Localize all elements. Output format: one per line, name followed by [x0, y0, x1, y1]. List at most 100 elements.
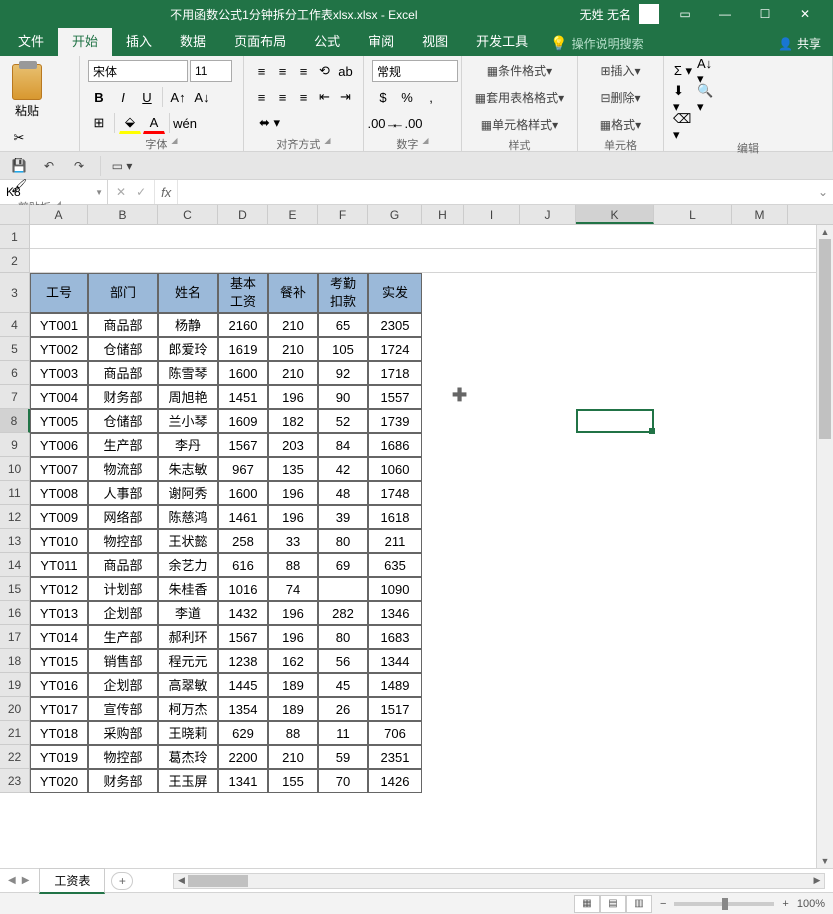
- clear-icon[interactable]: ⌫ ▾: [672, 116, 694, 138]
- table-cell[interactable]: 生产部: [88, 433, 158, 457]
- merge-cells-icon[interactable]: ⬌ ▾: [252, 112, 287, 134]
- user-name[interactable]: 无姓 无名: [580, 6, 631, 23]
- ribbon-options-icon[interactable]: ▭: [665, 0, 705, 28]
- table-cell[interactable]: 1600: [218, 481, 268, 505]
- row-header[interactable]: 7: [0, 385, 30, 409]
- table-cell[interactable]: 80: [318, 625, 368, 649]
- tab-formulas[interactable]: 公式: [300, 25, 354, 56]
- table-cell[interactable]: YT012: [30, 577, 88, 601]
- col-header-L[interactable]: L: [654, 205, 732, 224]
- table-cell[interactable]: 210: [268, 337, 318, 361]
- table-cell[interactable]: 陈慈鸿: [158, 505, 218, 529]
- table-cell[interactable]: 80: [318, 529, 368, 553]
- scroll-down-icon[interactable]: ▼: [817, 854, 833, 868]
- row-header[interactable]: 19: [0, 673, 30, 697]
- table-cell[interactable]: 商品部: [88, 553, 158, 577]
- table-cell[interactable]: 1567: [218, 433, 268, 457]
- table-cell[interactable]: YT008: [30, 481, 88, 505]
- table-cell[interactable]: 74: [268, 577, 318, 601]
- table-header[interactable]: 部门: [88, 273, 158, 313]
- row-header[interactable]: 11: [0, 481, 30, 505]
- table-cell[interactable]: 189: [268, 673, 318, 697]
- sort-filter-icon[interactable]: A↓ ▾: [696, 60, 718, 82]
- tell-me-search[interactable]: 💡操作说明搜索: [542, 31, 651, 56]
- table-cell[interactable]: 1354: [218, 697, 268, 721]
- table-cell[interactable]: YT018: [30, 721, 88, 745]
- row-header[interactable]: 1: [0, 225, 30, 249]
- table-cell[interactable]: 48: [318, 481, 368, 505]
- table-cell[interactable]: 物控部: [88, 529, 158, 553]
- tab-view[interactable]: 视图: [408, 25, 462, 56]
- table-cell[interactable]: 105: [318, 337, 368, 361]
- decrease-indent-icon[interactable]: ⇤: [315, 86, 334, 108]
- table-cell[interactable]: 88: [268, 553, 318, 577]
- table-cell[interactable]: 1739: [368, 409, 422, 433]
- dialog-launcher-icon[interactable]: ◢: [422, 136, 428, 152]
- paste-button[interactable]: 粘贴: [8, 60, 46, 123]
- number-format-select[interactable]: [372, 60, 458, 82]
- border-icon[interactable]: ⊞: [88, 112, 110, 134]
- table-cell[interactable]: 196: [268, 385, 318, 409]
- table-cell[interactable]: 282: [318, 601, 368, 625]
- table-cell[interactable]: 1683: [368, 625, 422, 649]
- zoom-in-icon[interactable]: +: [782, 898, 788, 910]
- tab-developer[interactable]: 开发工具: [462, 25, 542, 56]
- table-cell[interactable]: 1600: [218, 361, 268, 385]
- table-cell[interactable]: 210: [268, 313, 318, 337]
- table-cell[interactable]: 1016: [218, 577, 268, 601]
- table-cell[interactable]: YT004: [30, 385, 88, 409]
- table-cell[interactable]: 计划部: [88, 577, 158, 601]
- table-cell[interactable]: YT019: [30, 745, 88, 769]
- col-header-F[interactable]: F: [318, 205, 368, 224]
- row-header[interactable]: 14: [0, 553, 30, 577]
- table-cell[interactable]: 211: [368, 529, 422, 553]
- dialog-launcher-icon[interactable]: ◢: [324, 136, 330, 152]
- table-cell[interactable]: YT006: [30, 433, 88, 457]
- table-header[interactable]: 姓名: [158, 273, 218, 313]
- table-cell[interactable]: 42: [318, 457, 368, 481]
- table-cell[interactable]: 629: [218, 721, 268, 745]
- table-cell[interactable]: YT020: [30, 769, 88, 793]
- col-header-I[interactable]: I: [464, 205, 520, 224]
- table-cell[interactable]: 柯万杰: [158, 697, 218, 721]
- table-cell[interactable]: 1557: [368, 385, 422, 409]
- table-cell[interactable]: 182: [268, 409, 318, 433]
- table-cell[interactable]: 人事部: [88, 481, 158, 505]
- col-header-G[interactable]: G: [368, 205, 422, 224]
- align-top-icon[interactable]: ≡: [252, 60, 271, 82]
- col-header-H[interactable]: H: [422, 205, 464, 224]
- table-cell[interactable]: 余艺力: [158, 553, 218, 577]
- row-header[interactable]: 17: [0, 625, 30, 649]
- table-cell[interactable]: 162: [268, 649, 318, 673]
- table-cell[interactable]: 2305: [368, 313, 422, 337]
- font-name-select[interactable]: [88, 60, 188, 82]
- row-header[interactable]: 5: [0, 337, 30, 361]
- zoom-value[interactable]: 100%: [797, 898, 825, 910]
- cut-icon[interactable]: ✂: [8, 127, 30, 149]
- table-cell[interactable]: 生产部: [88, 625, 158, 649]
- maximize-icon[interactable]: ☐: [745, 0, 785, 28]
- table-cell[interactable]: 967: [218, 457, 268, 481]
- row-header[interactable]: 23: [0, 769, 30, 793]
- row-header[interactable]: 6: [0, 361, 30, 385]
- enter-formula-icon[interactable]: ✓: [136, 185, 146, 199]
- scrollbar-thumb[interactable]: [819, 239, 831, 439]
- wrap-text-icon[interactable]: ab: [336, 60, 355, 82]
- table-cell[interactable]: 财务部: [88, 769, 158, 793]
- table-cell[interactable]: 1090: [368, 577, 422, 601]
- spreadsheet-grid[interactable]: ABCDEFGHIJKLM 12345678910111213141516171…: [0, 205, 833, 868]
- table-cell[interactable]: YT016: [30, 673, 88, 697]
- table-cell[interactable]: 朱志敏: [158, 457, 218, 481]
- col-header-J[interactable]: J: [520, 205, 576, 224]
- table-format-button[interactable]: ▦ 套用表格格式 ▾: [470, 87, 569, 108]
- table-cell[interactable]: 210: [268, 361, 318, 385]
- scroll-up-icon[interactable]: ▲: [817, 225, 833, 239]
- row-header[interactable]: 18: [0, 649, 30, 673]
- decrease-font-icon[interactable]: A↓: [191, 86, 213, 108]
- table-cell[interactable]: YT001: [30, 313, 88, 337]
- table-cell[interactable]: 1489: [368, 673, 422, 697]
- select-all-corner[interactable]: [0, 205, 30, 225]
- tab-data[interactable]: 数据: [166, 25, 220, 56]
- delete-cells-button[interactable]: ⊟ 删除 ▾: [586, 87, 655, 108]
- scrollbar-thumb[interactable]: [188, 875, 248, 887]
